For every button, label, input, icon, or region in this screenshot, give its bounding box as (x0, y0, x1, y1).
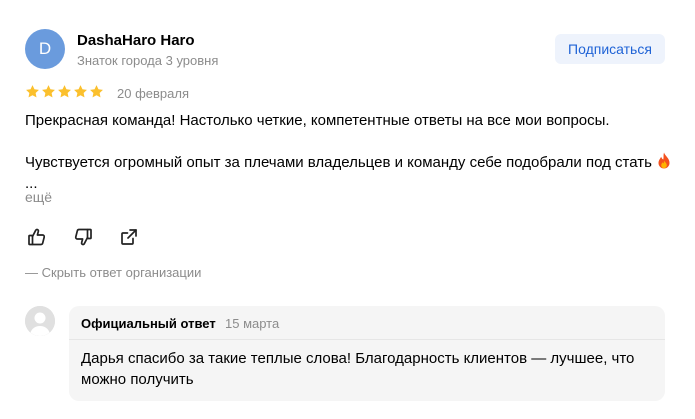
official-reply-card: Официальный ответ 15 марта Дарья спасибо… (69, 306, 665, 401)
review-text: Прекрасная команда! Настолько четкие, ко… (25, 110, 675, 194)
dislike-icon (74, 228, 92, 246)
author-level: Знаток города 3 уровня (77, 53, 219, 68)
star-icon (90, 85, 103, 98)
official-reply-text: Дарья спасибо за такие теплые слова! Бла… (81, 350, 635, 388)
hide-org-reply-link[interactable]: — Скрыть ответ организации (25, 265, 201, 280)
like-icon (28, 228, 46, 246)
share-button[interactable] (119, 227, 139, 247)
official-reply-date: 15 марта (225, 316, 280, 331)
review-actions (27, 227, 139, 247)
reply-divider (69, 339, 665, 340)
star-icon (74, 85, 87, 98)
subscribe-button[interactable]: Подписаться (555, 34, 665, 64)
dislike-button[interactable] (73, 227, 93, 247)
author-avatar[interactable]: D (25, 29, 65, 69)
review-paragraph-2-text: Чувствуется огромный опыт за плечами вла… (25, 154, 652, 171)
official-reply-title: Официальный ответ (81, 316, 216, 331)
star-icon (42, 85, 55, 98)
share-icon (121, 229, 137, 245)
review-card: D DashaHaro Haro Знаток города 3 уровня … (0, 0, 695, 419)
user-silhouette-icon (25, 306, 55, 336)
fire-emoji-icon (658, 152, 670, 169)
like-button[interactable] (27, 227, 47, 247)
review-paragraph-2: Чувствуется огромный опыт за плечами вла… (25, 152, 675, 194)
star-icon (58, 85, 71, 98)
author-name[interactable]: DashaHaro Haro (77, 32, 195, 49)
rating-stars (25, 84, 104, 99)
star-icon (26, 85, 39, 98)
review-date: 20 февраля (117, 86, 189, 101)
review-paragraph-1: Прекрасная команда! Настолько четкие, ко… (25, 112, 610, 129)
read-more-link[interactable]: ещё (25, 189, 52, 205)
organization-avatar (25, 306, 55, 336)
